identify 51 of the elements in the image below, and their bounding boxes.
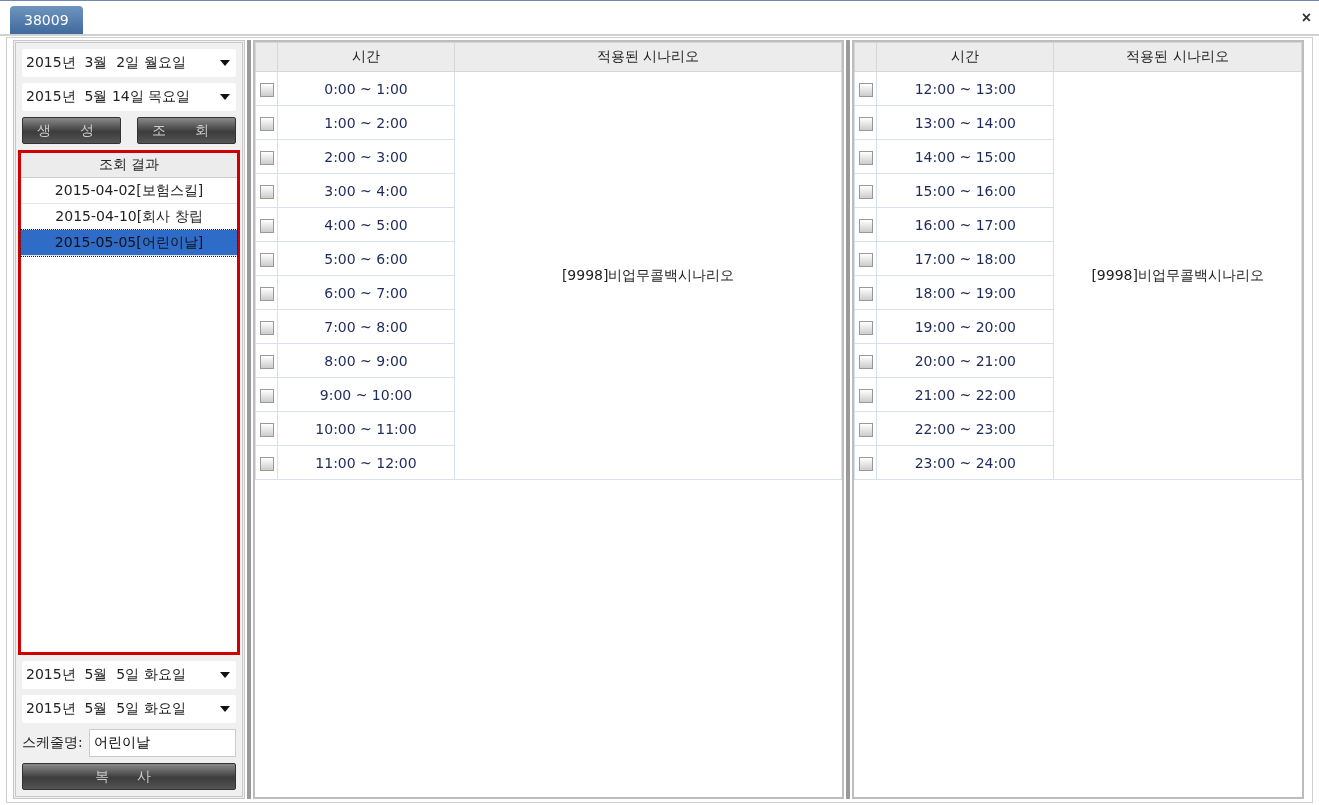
row-checkbox[interactable] — [858, 388, 873, 403]
column-header: 시간 — [876, 42, 1054, 72]
schedule-name-field[interactable]: 어린이날 — [88, 729, 236, 757]
row-checkbox[interactable] — [259, 252, 274, 267]
row-checkbox[interactable] — [858, 218, 873, 233]
row-checkbox[interactable] — [259, 388, 274, 403]
list-item[interactable]: 2015-05-05[어린이날] — [21, 230, 237, 256]
scenario-cell: [9998]비업무콜백시나리오 — [1053, 71, 1302, 480]
date-dropdown[interactable]: 2015년 5월 5일 화요일 — [22, 661, 236, 689]
row-checkbox[interactable] — [259, 82, 274, 97]
row-checkbox[interactable] — [858, 82, 873, 97]
dropdown-caret-icon — [220, 94, 230, 100]
row-checkbox[interactable] — [259, 354, 274, 369]
scenario-cell: [9998]비업무콜백시나리오 — [454, 71, 842, 480]
close-button[interactable]: × — [1299, 8, 1313, 27]
row-checkbox[interactable] — [259, 320, 274, 335]
row-checkbox[interactable] — [858, 354, 873, 369]
time-cell: 12:00 ~ 13:00 — [876, 71, 1054, 106]
row-checkbox[interactable] — [259, 184, 274, 199]
list-header: 조회 결과 — [21, 153, 237, 178]
column-header: 시간 — [277, 42, 455, 72]
header-cell — [255, 42, 278, 72]
copy-button[interactable]: 복 사 — [22, 763, 236, 790]
field-label: 스케줄명: — [22, 734, 83, 752]
time-cell: 0:00 ~ 1:00 — [277, 71, 455, 106]
window-tab[interactable]: 38009 — [10, 6, 83, 34]
row-checkbox[interactable] — [259, 150, 274, 165]
row-checkbox[interactable] — [858, 456, 873, 471]
row-checkbox[interactable] — [858, 252, 873, 267]
date-dropdown[interactable]: 2015년 5월 5일 화요일 — [22, 695, 236, 723]
action-button[interactable]: 생 성 — [22, 117, 121, 144]
row-checkbox[interactable] — [858, 286, 873, 301]
row-checkbox[interactable] — [259, 456, 274, 471]
row-checkbox[interactable] — [858, 422, 873, 437]
date-dropdown[interactable]: 2015년 5월 14일 목요일 — [22, 83, 236, 111]
column-header: 적용된 시나리오 — [454, 42, 842, 72]
row-checkbox[interactable] — [259, 422, 274, 437]
dropdown-caret-icon — [220, 60, 230, 66]
row-checkbox[interactable] — [858, 184, 873, 199]
row-checkbox[interactable] — [858, 116, 873, 131]
row-checkbox[interactable] — [858, 150, 873, 165]
row-checkbox[interactable] — [259, 116, 274, 131]
dropdown-caret-icon — [220, 706, 230, 712]
action-button[interactable]: 조 회 — [137, 117, 236, 144]
row-checkbox[interactable] — [858, 320, 873, 335]
header-cell — [854, 42, 877, 72]
date-dropdown[interactable]: 2015년 3월 2일 월요일 — [22, 49, 236, 77]
column-header: 적용된 시나리오 — [1053, 42, 1302, 72]
row-checkbox[interactable] — [259, 218, 274, 233]
row-checkbox[interactable] — [259, 286, 274, 301]
dropdown-caret-icon — [220, 672, 230, 678]
